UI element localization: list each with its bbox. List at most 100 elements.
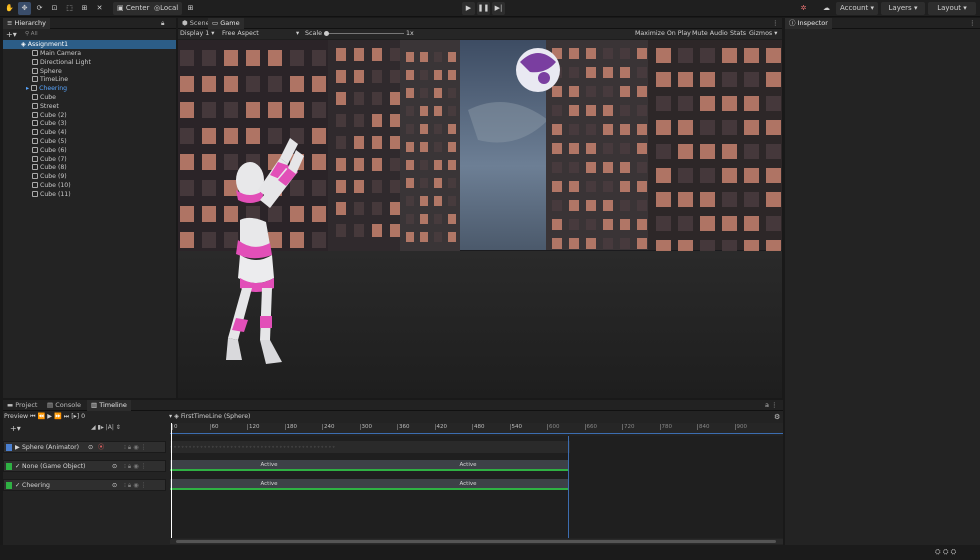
custom-tool-icon[interactable]: ✕ bbox=[93, 2, 106, 15]
add-object-button[interactable]: +▾ bbox=[6, 30, 17, 39]
hierarchy-item[interactable]: Cube (7) bbox=[3, 155, 67, 164]
clip-area[interactable]: ⋄ ⋄ ⋄ ⋄ ⋄ ⋄ ⋄ ⋄ ⋄ ⋄ ⋄ ⋄ ⋄ ⋄ ⋄ ⋄ ⋄ ⋄ ⋄ ⋄ … bbox=[170, 423, 783, 538]
inspector-panel: ⓘ Inspector ⋮ bbox=[785, 18, 980, 560]
hierarchy-item[interactable]: Cube (9) bbox=[3, 172, 67, 181]
hierarchy-item[interactable]: Directional Light bbox=[3, 58, 91, 67]
goto-end-icon[interactable]: ⏭ bbox=[64, 413, 70, 420]
activation-clip[interactable]: Active bbox=[368, 479, 568, 490]
transform-tool-icon[interactable]: ⊞ bbox=[78, 2, 91, 15]
hierarchy-item[interactable]: Street bbox=[3, 102, 59, 111]
cloud-icon[interactable]: ☁ bbox=[820, 2, 833, 15]
goto-start-icon[interactable]: ⏮ bbox=[30, 413, 36, 420]
status-icons[interactable]: ⛭ ⛭ ⛭ bbox=[935, 548, 956, 557]
hierarchy-item[interactable]: Sphere bbox=[3, 67, 62, 76]
hierarchy-item[interactable]: Cube (8) bbox=[3, 163, 67, 172]
account-dropdown[interactable]: Account ▾ bbox=[836, 2, 878, 15]
record-icon[interactable]: ⦿ bbox=[98, 442, 104, 453]
timeline-asset-path[interactable]: ▾ ◈ FirstTimeLine (Sphere) bbox=[169, 412, 250, 422]
hierarchy-item[interactable]: Cube (3) bbox=[3, 119, 67, 128]
hierarchy-item[interactable]: Cube (11) bbox=[3, 190, 71, 199]
animator-track-lane[interactable]: ⋄ ⋄ ⋄ ⋄ ⋄ ⋄ ⋄ ⋄ ⋄ ⋄ ⋄ ⋄ ⋄ ⋄ ⋄ ⋄ ⋄ ⋄ ⋄ ⋄ … bbox=[170, 441, 570, 453]
gameobject-icon bbox=[32, 146, 38, 153]
pivot-center-button[interactable]: ▣ Center bbox=[113, 2, 154, 15]
target-icon[interactable]: ⊙ bbox=[88, 442, 93, 453]
tab-inspector[interactable]: ⓘ Inspector bbox=[785, 18, 832, 29]
scale-slider-track[interactable] bbox=[324, 33, 404, 34]
activation-clip[interactable]: Active bbox=[368, 460, 568, 471]
aspect-dropdown[interactable]: Free Aspect bbox=[222, 29, 259, 39]
rotate-tool-icon[interactable]: ⟳ bbox=[33, 2, 46, 15]
hierarchy-item-label: Main Camera bbox=[40, 50, 82, 57]
tab-hierarchy[interactable]: ≡ Hierarchy bbox=[3, 18, 50, 29]
hierarchy-root-scene[interactable]: ◈ Assignment1 bbox=[3, 40, 176, 49]
display-label: Display 1 bbox=[180, 30, 210, 37]
gizmos-dropdown[interactable]: Gizmos ▾ bbox=[749, 29, 777, 39]
root-label: Assignment1 bbox=[27, 41, 69, 48]
hierarchy-item[interactable]: Main Camera bbox=[3, 49, 81, 58]
stats-toggle[interactable]: Stats bbox=[730, 29, 746, 39]
hierarchy-item[interactable]: TimeLine bbox=[3, 75, 68, 84]
frame-field[interactable]: 0 bbox=[81, 413, 85, 420]
mute-audio-toggle[interactable]: Mute Audio bbox=[692, 29, 728, 39]
hierarchy-item[interactable]: Cube (10) bbox=[3, 181, 71, 190]
hierarchy-item[interactable]: Cube (5) bbox=[3, 137, 67, 146]
hierarchy-item[interactable]: Cube (2) bbox=[3, 111, 67, 120]
track-none-game-object[interactable]: ✓ None (Game Object) ⊙ ⁝ 🔒︎ ◉ ⋮ bbox=[3, 460, 166, 472]
timeline-scrollbar[interactable] bbox=[170, 539, 783, 544]
tab-console[interactable]: ▤ Console bbox=[43, 400, 85, 411]
activation-icon: ✓ bbox=[15, 482, 21, 489]
track-cheering[interactable]: ✓ Cheering ⊙ ⁝ 🔒︎ ◉ ⋮ bbox=[3, 479, 166, 491]
search-input[interactable]: ⚲ All bbox=[25, 31, 173, 39]
project-tab-label: Project bbox=[15, 401, 38, 409]
layers-dropdown[interactable]: Layers ▾ bbox=[881, 2, 925, 15]
display-dropdown[interactable]: Display 1 ▾ bbox=[180, 29, 214, 39]
play-button[interactable]: ▶ bbox=[462, 2, 475, 15]
hierarchy-item[interactable]: Cube bbox=[3, 93, 56, 102]
next-frame-icon[interactable]: ⏩ bbox=[54, 413, 62, 420]
hand-tool-icon[interactable]: ✋ bbox=[3, 2, 16, 15]
chevron-down-icon: ▾ bbox=[870, 4, 875, 12]
more-options-icon[interactable]: ⋮ bbox=[965, 18, 980, 29]
time-ruler[interactable]: 0 60 120 180 240 300 360 420 480 540 600 660 720 780 8… bbox=[170, 423, 783, 434]
play-icon[interactable]: ▶ bbox=[47, 413, 52, 420]
services-icon[interactable]: ✲ bbox=[797, 2, 810, 15]
lock-icon[interactable]: 🔒︎ bbox=[157, 18, 168, 29]
clip-label: Active bbox=[459, 462, 477, 468]
target-icon[interactable]: ⊙ bbox=[112, 461, 117, 472]
playhead[interactable] bbox=[171, 423, 172, 538]
move-tool-icon[interactable]: ✥ bbox=[18, 2, 31, 15]
activation-clip[interactable]: Active bbox=[170, 479, 368, 490]
add-track-button[interactable]: +▾ bbox=[10, 424, 21, 433]
track-options-icon[interactable]: ⁝ 🔒︎ ◉ ⋮ bbox=[124, 461, 147, 472]
hierarchy-item[interactable]: Cube (4) bbox=[3, 128, 67, 137]
loop-icon[interactable]: [▸] bbox=[71, 413, 79, 420]
tab-project[interactable]: ▬ Project bbox=[3, 400, 41, 411]
scrollbar-thumb[interactable] bbox=[176, 540, 776, 543]
prev-frame-icon[interactable]: ⏪ bbox=[38, 413, 46, 420]
pause-button[interactable]: ❚❚ bbox=[477, 2, 490, 15]
tab-game[interactable]: ▭ Game bbox=[208, 18, 244, 29]
track-sphere-animator[interactable]: ▶ Sphere (Animator) ⊙ ⦿ ⁝ 🔒︎ ◉ ⋮ bbox=[3, 441, 166, 453]
gear-icon[interactable]: ⚙ bbox=[774, 413, 780, 421]
tab-timeline[interactable]: ▥ Timeline bbox=[87, 400, 131, 411]
maximize-on-play-toggle[interactable]: Maximize On Play bbox=[635, 29, 691, 39]
layout-dropdown[interactable]: Layout ▾ bbox=[928, 2, 976, 15]
more-options-icon[interactable]: ⋮ bbox=[768, 18, 783, 29]
rect-tool-icon[interactable]: ⬚ bbox=[63, 2, 76, 15]
grid-snap-icon[interactable]: ⊞ bbox=[184, 2, 197, 15]
hierarchy-item[interactable]: Cube (6) bbox=[3, 146, 67, 155]
ruler-tick-label: 780 bbox=[659, 424, 672, 430]
target-icon[interactable]: ⊙ bbox=[112, 480, 117, 491]
pivot-local-button[interactable]: ◎Local bbox=[150, 2, 183, 15]
step-button[interactable]: ▶| bbox=[492, 2, 505, 15]
preview-toggle[interactable]: Preview bbox=[4, 413, 28, 420]
track-options-icon[interactable]: ⁝ 🔒︎ ◉ ⋮ bbox=[124, 442, 147, 453]
track-tools[interactable]: ◢ ▮▸ |A| ⇕ bbox=[91, 424, 121, 431]
track-options-icon[interactable]: ⁝ 🔒︎ ◉ ⋮ bbox=[124, 480, 147, 491]
scale-tool-icon[interactable]: ⊡ bbox=[48, 2, 61, 15]
activation-clip[interactable]: Active bbox=[170, 460, 368, 471]
lock-icon[interactable]: a ⋮ bbox=[761, 400, 782, 411]
hierarchy-item[interactable]: ▸ Cheering bbox=[3, 84, 67, 93]
scale-slider-handle[interactable] bbox=[324, 31, 329, 36]
main-toolbar: ✋ ✥ ⟳ ⊡ ⬚ ⊞ ✕ ▣ Center ◎Local ⊞ ▶ ❚❚ ▶| … bbox=[0, 0, 980, 17]
